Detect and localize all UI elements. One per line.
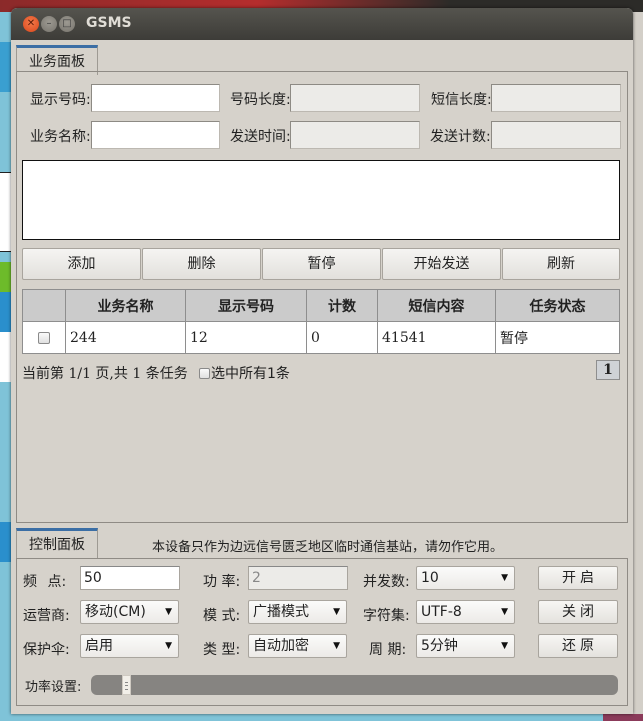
power-setting-label: 功率设置: [25, 680, 82, 695]
column-header-business-name[interactable]: 业务名称 [65, 289, 186, 322]
desktop-background-bottom [0, 714, 643, 721]
close-icon: ✕ [26, 18, 36, 29]
power-label: 功 率: [203, 574, 241, 590]
cell-task-status: 暂停 [495, 321, 620, 354]
select-all-label: 选中所有1条 [211, 366, 290, 382]
slider-handle[interactable] [122, 675, 131, 695]
period-value: 5分钟 [421, 638, 458, 654]
send-time-input[interactable] [290, 121, 420, 149]
select-all-control[interactable]: 选中所有1条 [199, 363, 290, 383]
page-button-1[interactable]: 1 [596, 360, 620, 380]
refresh-button[interactable]: 刷新 [502, 248, 620, 280]
start-send-button[interactable]: 开始发送 [382, 248, 501, 280]
dropdown-arrow-icon: ▼ [501, 607, 508, 617]
charset-value: UTF-8 [421, 604, 462, 620]
tab-control-panel[interactable]: 控制面板 [16, 528, 98, 558]
column-header-sms-content[interactable]: 短信内容 [377, 289, 496, 322]
power-input[interactable]: 2 [248, 566, 348, 590]
period-select[interactable]: 5分钟 ▼ [416, 634, 515, 658]
dropdown-arrow-icon: ▼ [333, 607, 340, 617]
dropdown-arrow-icon: ▼ [165, 607, 172, 617]
window-title: GSMS [86, 15, 132, 31]
type-label: 类 型: [203, 642, 241, 658]
select-all-checkbox[interactable] [199, 368, 210, 379]
send-time-label: 发送时间: [230, 129, 291, 145]
table-row[interactable]: 244 12 0 41541 暂停 [22, 321, 620, 354]
gsms-window: ✕ – □ GSMS 业务面板 显示号码: 号码长度: 短信长度: 业务名称: … [11, 8, 633, 714]
cell-sms-content: 41541 [377, 321, 496, 354]
charset-label: 字符集: [363, 608, 410, 624]
power-setting-slider[interactable] [91, 675, 618, 695]
add-button[interactable]: 添加 [22, 248, 141, 280]
mode-select[interactable]: 广播模式 ▼ [248, 600, 347, 624]
operator-value: 移动(CM) [85, 604, 146, 620]
mode-value: 广播模式 [253, 604, 309, 620]
maximize-icon: □ [62, 18, 72, 29]
display-number-label: 显示号码: [30, 92, 91, 108]
task-table: 业务名称 显示号码 计数 短信内容 任务状态 244 12 0 41541 暂停 [22, 289, 620, 354]
type-select[interactable]: 自动加密 ▼ [248, 634, 347, 658]
close-window-button[interactable]: ✕ [23, 16, 39, 32]
number-length-input[interactable] [290, 84, 420, 112]
dropdown-arrow-icon: ▼ [501, 573, 508, 583]
reset-button[interactable]: 还原 [538, 634, 618, 658]
business-name-label: 业务名称: [30, 129, 91, 145]
pager-info: 当前第 1/1 页,共 1 条任务 [22, 366, 188, 382]
minimize-window-button[interactable]: – [41, 16, 57, 32]
concurrency-select[interactable]: 10 ▼ [416, 566, 515, 590]
concurrency-value: 10 [421, 570, 439, 586]
column-header-display-number[interactable]: 显示号码 [185, 289, 307, 322]
close-button[interactable]: 关闭 [538, 600, 618, 624]
send-count-input[interactable] [491, 121, 621, 149]
frequency-input[interactable]: 50 [80, 566, 180, 590]
column-header-select [22, 289, 66, 322]
pause-button[interactable]: 暂停 [262, 248, 381, 280]
table-header-row: 业务名称 显示号码 计数 短信内容 任务状态 [22, 289, 620, 322]
send-count-label: 发送计数: [430, 129, 491, 145]
background-window-right [632, 12, 643, 721]
protection-value: 启用 [85, 638, 113, 654]
message-content-textarea[interactable] [22, 160, 620, 240]
dropdown-arrow-icon: ▼ [333, 641, 340, 651]
row-select-cell [22, 321, 66, 354]
charset-select[interactable]: UTF-8 ▼ [416, 600, 515, 624]
protection-label: 保护伞: [23, 642, 70, 658]
column-header-task-status[interactable]: 任务状态 [495, 289, 620, 322]
open-button[interactable]: 开启 [538, 566, 618, 590]
number-length-label: 号码长度: [230, 92, 291, 108]
delete-button[interactable]: 删除 [142, 248, 261, 280]
sms-length-input[interactable] [491, 84, 621, 112]
column-header-count[interactable]: 计数 [306, 289, 378, 322]
cell-count: 0 [306, 321, 378, 354]
usage-notice: 本设备只作为边远信号匮乏地区临时通信基站，请勿作它用。 [152, 540, 504, 555]
row-checkbox[interactable] [38, 331, 50, 344]
minimize-icon: – [46, 18, 52, 29]
sms-length-label: 短信长度: [431, 92, 492, 108]
dropdown-arrow-icon: ▼ [501, 641, 508, 651]
frequency-label: 频 点: [23, 574, 67, 590]
operator-select[interactable]: 移动(CM) ▼ [80, 600, 179, 624]
cell-business-name: 244 [65, 321, 186, 354]
title-bar: ✕ – □ GSMS [11, 8, 633, 40]
business-name-input[interactable] [91, 121, 220, 149]
dropdown-arrow-icon: ▼ [165, 641, 172, 651]
maximize-window-button[interactable]: □ [59, 16, 75, 32]
protection-select[interactable]: 启用 ▼ [80, 634, 179, 658]
period-label: 周 期: [369, 642, 407, 658]
concurrency-label: 并发数: [363, 574, 410, 590]
operator-label: 运营商: [23, 608, 70, 624]
display-number-input[interactable] [91, 84, 220, 112]
cell-display-number: 12 [185, 321, 307, 354]
mode-label: 模 式: [203, 608, 241, 624]
type-value: 自动加密 [253, 638, 309, 654]
